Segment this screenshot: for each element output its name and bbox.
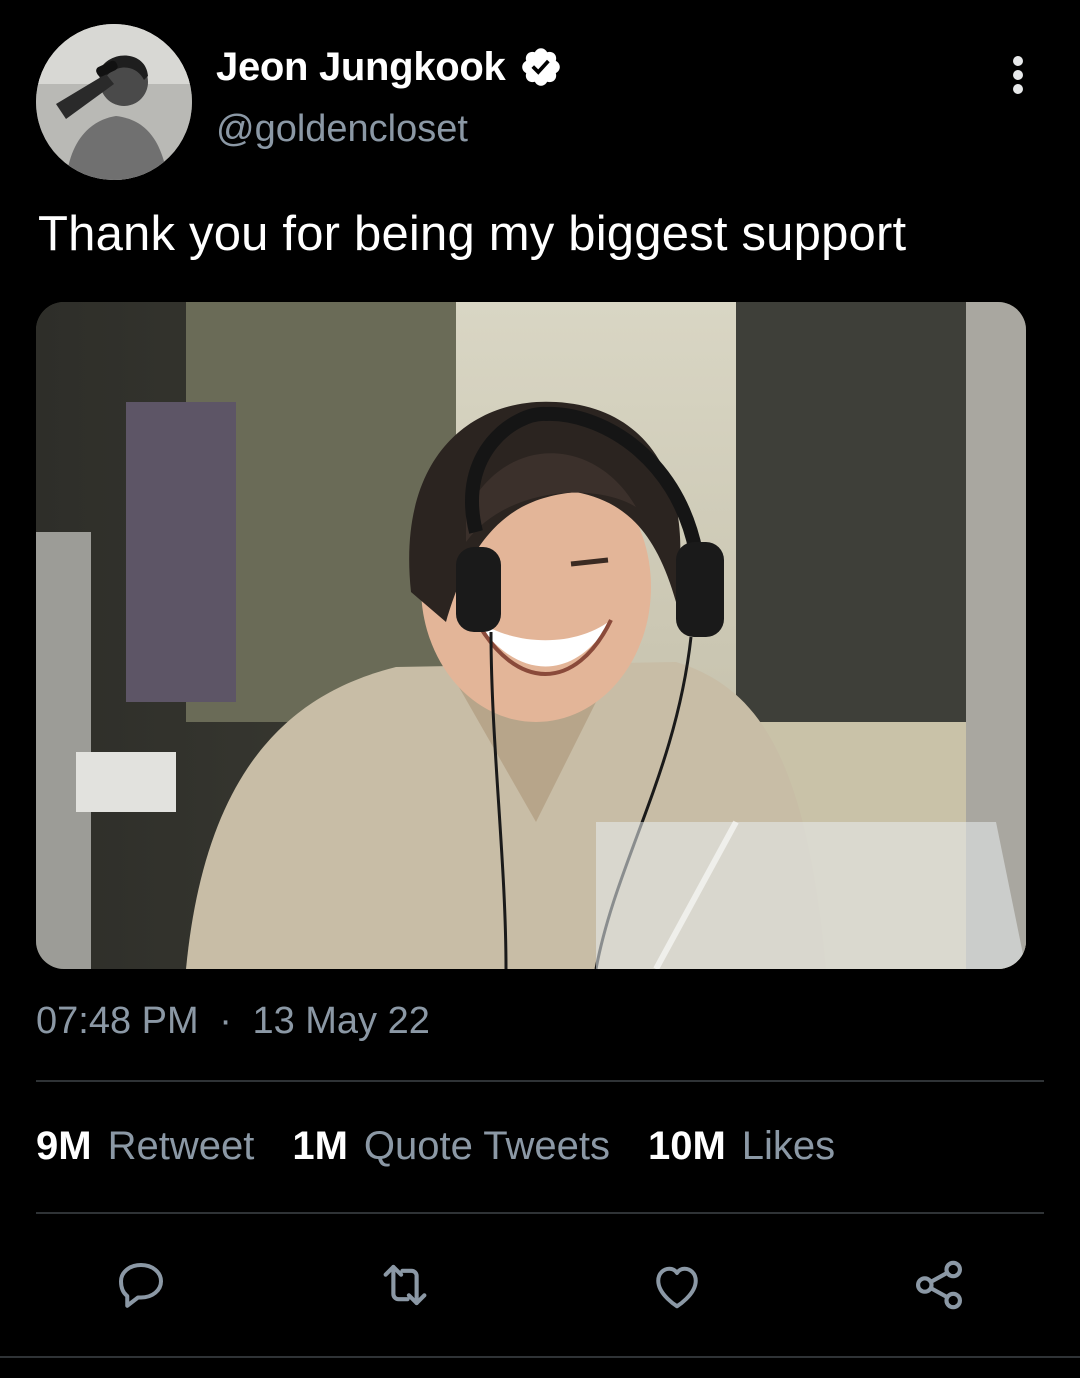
like-icon[interactable] (642, 1250, 712, 1320)
likes-count: 10M (647, 1124, 726, 1168)
tweet-detail: Jeon Jungkook @goldencloset Thank you fo… (0, 0, 1080, 1378)
author-handle[interactable]: @goldencloset (216, 108, 468, 151)
retweet-count: 9M (36, 1124, 92, 1168)
author-name-row: Jeon Jungkook (216, 42, 563, 92)
action-bar (36, 1250, 1044, 1320)
quote-tweets-label: Quote Tweets (363, 1124, 610, 1168)
retweet-icon[interactable] (370, 1250, 440, 1320)
tweet-date: 13 May 22 (252, 1000, 430, 1042)
retweet-stat[interactable]: 9M Retweet (36, 1124, 254, 1169)
divider (36, 1212, 1044, 1214)
engagement-stats: 9M Retweet 1M Quote Tweets 10M Likes (36, 1124, 873, 1169)
likes-label: Likes (741, 1124, 836, 1168)
divider (36, 1080, 1044, 1082)
tweet-time: 07:48 PM (36, 1000, 199, 1042)
reply-icon[interactable] (106, 1250, 176, 1320)
display-name[interactable]: Jeon Jungkook (216, 45, 506, 90)
timestamp[interactable]: 07:48 PM · 13 May 22 (36, 1000, 430, 1043)
likes-stat[interactable]: 10M Likes (648, 1124, 835, 1169)
quote-tweets-stat[interactable]: 1M Quote Tweets (292, 1124, 610, 1169)
timestamp-separator: · (219, 1000, 232, 1042)
verified-badge-icon (519, 45, 563, 89)
photo-illustration (36, 302, 1026, 969)
retweet-label: Retweet (107, 1124, 255, 1168)
tweet-photo[interactable] (36, 302, 1026, 969)
divider (0, 1356, 1080, 1358)
tweet-text: Thank you for being my biggest support (38, 207, 907, 261)
share-icon[interactable] (904, 1250, 974, 1320)
avatar[interactable] (36, 24, 192, 180)
quote-tweets-count: 1M (292, 1124, 348, 1168)
avatar-photo (36, 24, 192, 180)
more-options-icon[interactable] (998, 50, 1038, 100)
